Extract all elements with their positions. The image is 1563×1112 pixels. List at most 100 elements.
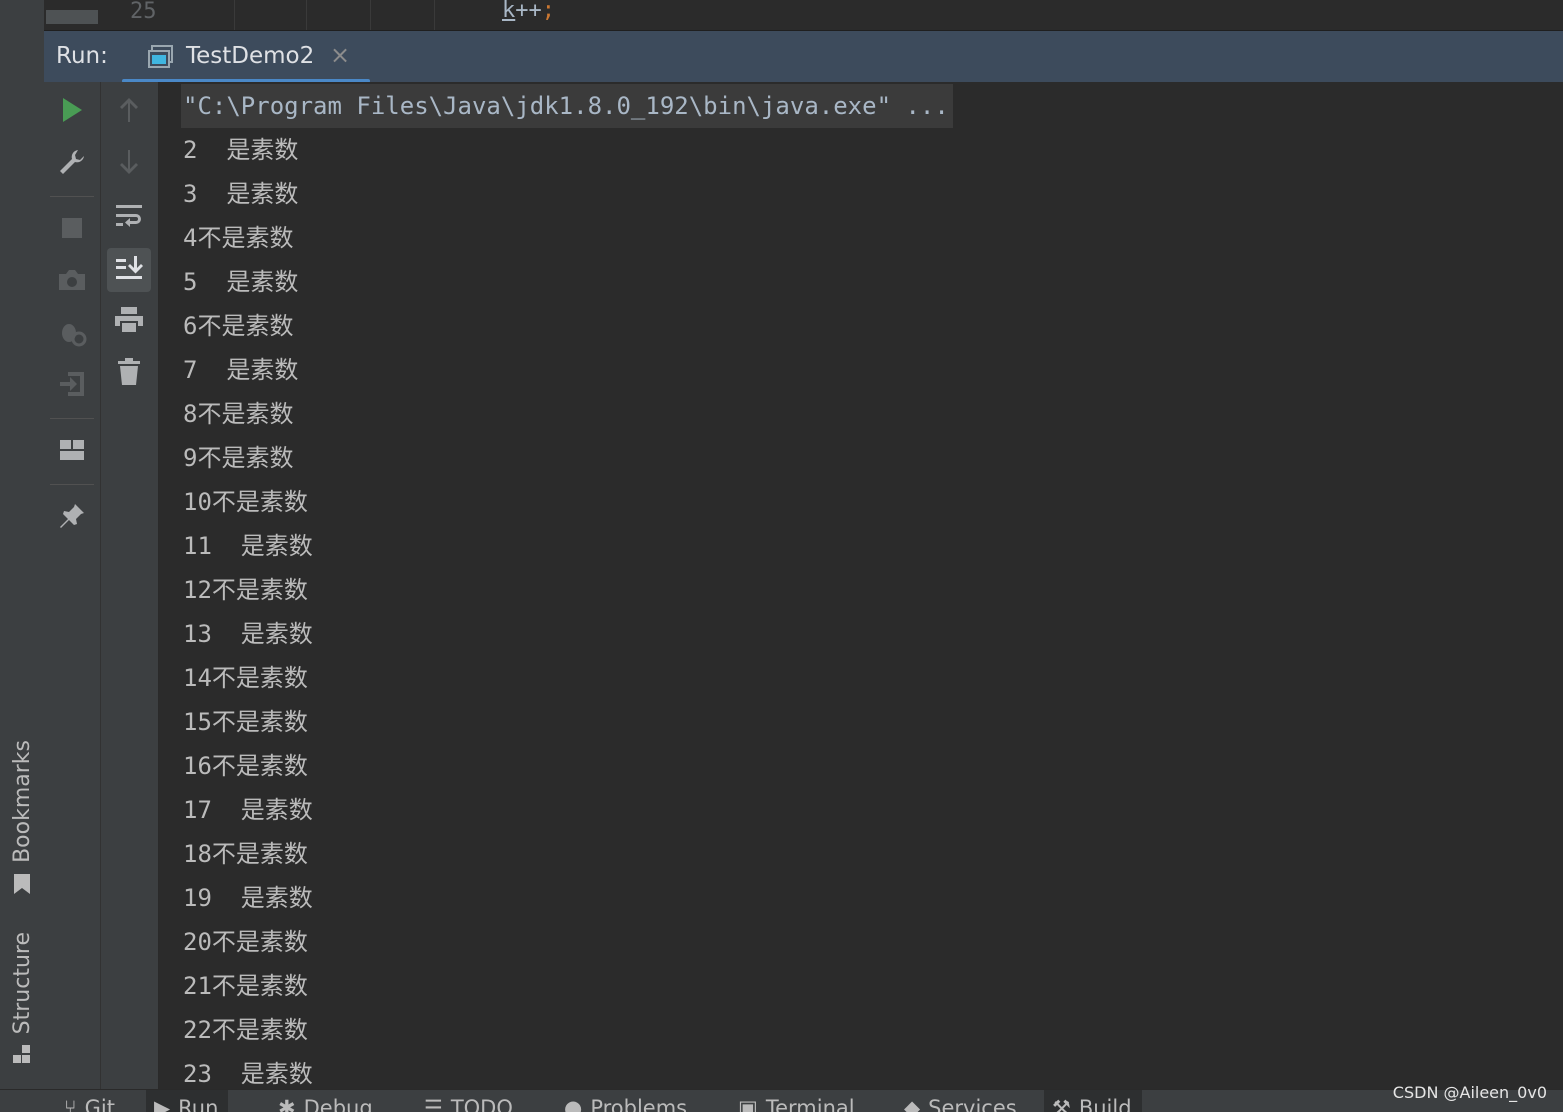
bookmarks-label: Bookmarks: [9, 740, 35, 863]
console-output-line: 8不是素数: [183, 400, 294, 428]
debug-settings-button[interactable]: [50, 312, 94, 356]
run-toolbar-primary: [44, 82, 101, 1089]
problems-icon: ●: [564, 1096, 583, 1112]
console-output-line: 4不是素数: [183, 224, 294, 252]
bottom-tab-services[interactable]: ◆ Services: [896, 1090, 1027, 1112]
structure-tab[interactable]: Structure: [6, 932, 38, 1070]
toolbar-separator: [50, 484, 94, 485]
console-window-icon: [148, 45, 174, 73]
layout-button[interactable]: [50, 430, 94, 474]
list-icon: ☰: [424, 1096, 443, 1112]
run-window-label: Run:: [56, 43, 108, 69]
console-output-line: 18不是素数: [183, 840, 308, 868]
rerun-button[interactable]: [50, 90, 94, 134]
stop-button[interactable]: [50, 208, 94, 252]
console-output-line: 9不是素数: [183, 444, 294, 472]
console-output-line: 16不是素数: [183, 752, 308, 780]
arrow-down-icon: [118, 148, 140, 180]
pin-tab-button[interactable]: [50, 496, 94, 540]
console-output-line: 2 是素数: [183, 136, 299, 164]
console-output[interactable]: "C:\Program Files\Java\jdk1.8.0_192\bin\…: [159, 82, 1563, 1089]
console-output-line: 22不是素数: [183, 1016, 308, 1044]
bug-icon: ✱: [278, 1096, 296, 1112]
run-window-header: Run: TestDemo2 ×: [44, 30, 1563, 83]
bottom-tab-label: Debug: [303, 1096, 373, 1112]
services-icon: ◆: [904, 1096, 921, 1112]
indent-guide: [306, 0, 307, 30]
console-output-line: 15不是素数: [183, 708, 308, 736]
console-output-line: 13 是素数: [183, 620, 313, 648]
console-output-line: 6不是素数: [183, 312, 294, 340]
bottom-tab-debug[interactable]: ✱ Debug: [270, 1090, 383, 1112]
toolbar-separator: [50, 196, 94, 197]
bottom-tab-build[interactable]: ⚒ Build: [1044, 1090, 1142, 1112]
scroll-to-end-button[interactable]: [107, 248, 151, 292]
gutter-marker: [46, 10, 98, 24]
play-icon: ▶: [154, 1096, 171, 1112]
clear-all-button[interactable]: [107, 352, 151, 396]
console-output-line: 14不是素数: [183, 664, 308, 692]
indent-guide: [434, 0, 435, 30]
code-operator: ++: [515, 0, 542, 23]
restore-layout-button[interactable]: [50, 364, 94, 408]
trash-icon: [117, 358, 141, 390]
structure-label: Structure: [9, 932, 35, 1035]
bottom-tab-label: Run: [178, 1096, 219, 1112]
git-branch-icon: ⑂: [64, 1096, 77, 1112]
play-icon: [60, 97, 84, 127]
left-tool-strip: Bookmarks Structure: [0, 0, 45, 1089]
bottom-tab-label: Terminal: [765, 1096, 855, 1112]
edit-configuration-button[interactable]: [50, 142, 94, 186]
scroll-down-button[interactable]: [107, 142, 151, 186]
printer-icon: [114, 306, 144, 338]
bookmarks-tab[interactable]: Bookmarks: [6, 740, 38, 901]
scroll-to-end-icon: [115, 254, 143, 286]
console-output-line: 10不是素数: [183, 488, 308, 516]
console-output-line: 3 是素数: [183, 180, 299, 208]
bottom-tab-git[interactable]: ⑂ Git: [56, 1090, 125, 1112]
console-output-line: 5 是素数: [183, 268, 299, 296]
run-tab-testdemo2[interactable]: TestDemo2 ×: [122, 31, 370, 83]
console-output-line: 23 是素数: [183, 1060, 313, 1088]
print-button[interactable]: [107, 300, 151, 344]
bottom-tab-label: Problems: [590, 1096, 688, 1112]
watermark: CSDN @Aileen_0v0: [1392, 1083, 1547, 1102]
bottom-tool-window-bar: ⑂ Git ▶ Run ✱ Debug ☰ TODO ● Problems ▣ Terminal ◆ Se…: [0, 1089, 1563, 1112]
arrow-up-icon: [118, 96, 140, 128]
bottom-tab-label: Git: [84, 1096, 115, 1112]
pin-icon: [58, 502, 86, 534]
bottom-tab-problems[interactable]: ● Problems: [556, 1090, 697, 1112]
run-tab-title: TestDemo2: [186, 43, 315, 69]
terminal-icon: ▣: [738, 1096, 758, 1112]
run-toolbar-secondary: [101, 82, 159, 1089]
console-output-line: 19 是素数: [183, 884, 313, 912]
dump-threads-button[interactable]: [50, 260, 94, 304]
bottom-tab-label: TODO: [450, 1096, 513, 1112]
console-output-line: 21不是素数: [183, 972, 308, 1000]
console-command-line[interactable]: "C:\Program Files\Java\jdk1.8.0_192\bin\…: [181, 84, 953, 128]
camera-icon: [57, 268, 87, 296]
bottom-tab-terminal[interactable]: ▣ Terminal: [730, 1090, 865, 1112]
bottom-tab-label: Services: [928, 1096, 1017, 1112]
soft-wrap-icon: [115, 203, 143, 233]
bookmark-icon: [12, 873, 32, 901]
wrench-icon: [58, 148, 86, 180]
close-tab-icon[interactable]: ×: [330, 41, 350, 69]
stop-icon: [61, 217, 83, 243]
hammer-icon: ⚒: [1052, 1096, 1071, 1112]
login-arrow-icon: [58, 370, 86, 402]
indent-guide: [370, 0, 371, 30]
code-semicolon: ;: [541, 0, 555, 23]
code-identifier: k: [502, 0, 516, 23]
gutter-divider: [234, 0, 235, 30]
bottom-tab-label: Build: [1078, 1096, 1132, 1112]
code-line[interactable]: k++;: [502, 0, 555, 23]
soft-wrap-button[interactable]: [107, 196, 151, 240]
bottom-tab-run[interactable]: ▶ Run: [146, 1090, 229, 1112]
layout-grid-icon: [59, 439, 85, 465]
console-output-line: 11 是素数: [183, 532, 313, 560]
console-output-line: 20不是素数: [183, 928, 308, 956]
gutter-line-number: 25: [130, 0, 157, 24]
bottom-tab-todo[interactable]: ☰ TODO: [416, 1090, 523, 1112]
scroll-up-button[interactable]: [107, 90, 151, 134]
